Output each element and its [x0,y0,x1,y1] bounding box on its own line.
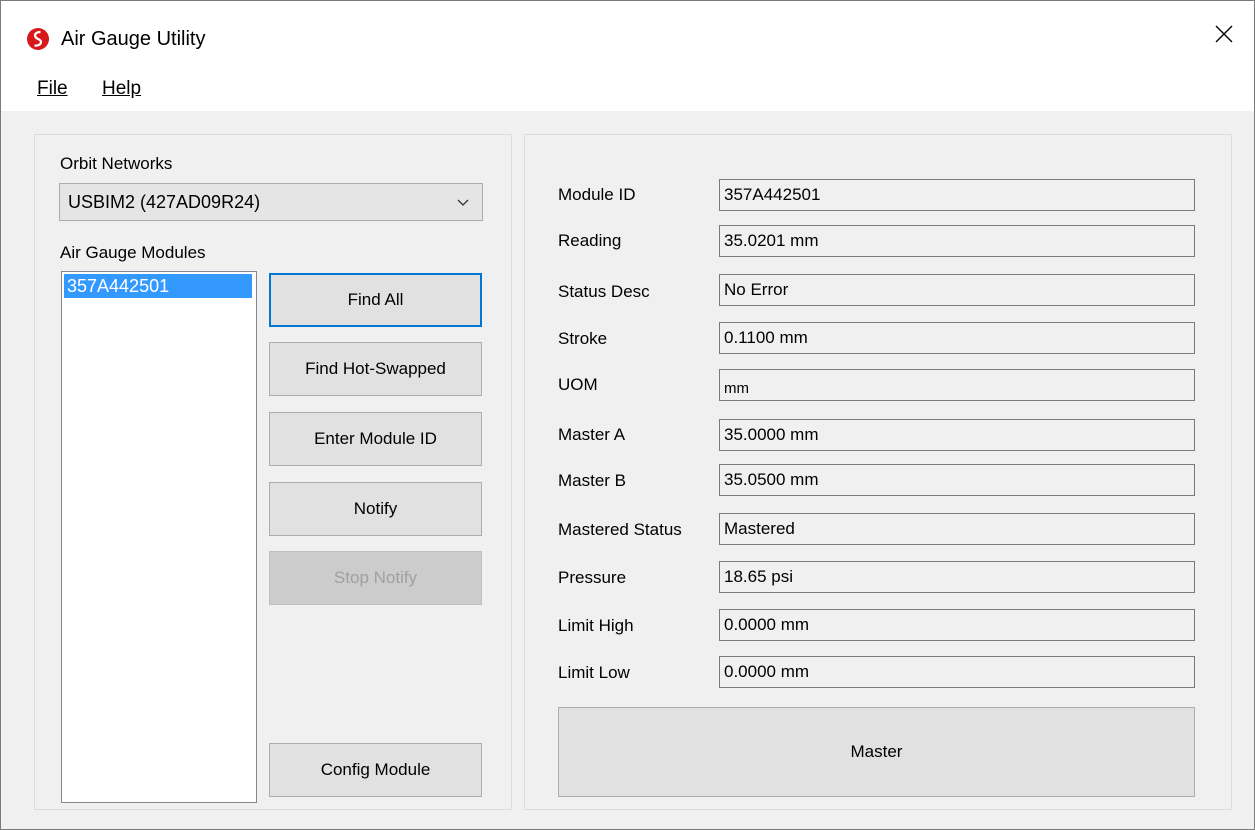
close-button[interactable] [1194,1,1254,67]
master-b-field: 35.0500 mm [719,464,1195,496]
limit-high-field: 0.0000 mm [719,609,1195,641]
module-id-label: Module ID [558,185,636,204]
module-id-field: 357A442501 [719,179,1195,211]
pressure-label: Pressure [558,568,627,587]
orbit-networks-selected: USBIM2 (427AD09R24) [68,192,261,212]
notify-button[interactable]: Notify [269,482,482,536]
mastered-status-label: Mastered Status [558,520,682,539]
air-gauge-modules-label: Air Gauge Modules [60,243,206,262]
status-desc-field: No Error [719,274,1195,306]
app-logo-icon [27,28,49,50]
menu-bar: File Help [1,67,1254,111]
uom-label: UOM [558,375,598,394]
menu-file[interactable]: File [37,77,68,101]
enter-module-id-button[interactable]: Enter Module ID [269,412,482,466]
pressure-field: 18.65 psi [719,561,1195,593]
menu-file-label: File [37,78,68,99]
master-a-label: Master A [558,425,626,444]
limit-low-label: Limit Low [558,663,630,682]
find-all-button[interactable]: Find All [269,273,482,327]
chevron-down-icon [457,199,469,206]
master-a-field: 35.0000 mm [719,419,1195,451]
app-window: Air Gauge Utility File Help Orbit Networ… [0,0,1255,830]
master-button[interactable]: Master [558,707,1195,797]
menu-help[interactable]: Help [102,77,141,101]
limit-high-label: Limit High [558,616,634,635]
limit-low-field: 0.0000 mm [719,656,1195,688]
uom-field: mm [719,369,1195,401]
orbit-networks-label: Orbit Networks [60,154,173,173]
close-icon [1215,25,1233,43]
menu-help-label: Help [102,78,142,99]
stop-notify-button: Stop Notify [269,551,482,605]
stroke-label: Stroke [558,329,608,348]
mastered-status-field: Mastered [719,513,1195,545]
modules-listbox[interactable]: 357A442501 [61,271,257,803]
window-title: Air Gauge Utility [61,28,206,50]
status-desc-label: Status Desc [558,282,650,301]
orbit-networks-dropdown[interactable]: USBIM2 (427AD09R24) [59,183,483,221]
config-module-button[interactable]: Config Module [269,743,482,797]
master-b-label: Master B [558,471,627,490]
reading-field: 35.0201 mm [719,225,1195,257]
title-bar: Air Gauge Utility [1,1,1254,67]
list-item[interactable]: 357A442501 [64,274,252,298]
find-hot-swapped-button[interactable]: Find Hot-Swapped [269,342,482,396]
stroke-field: 0.1100 mm [719,322,1195,354]
reading-label: Reading [558,231,622,250]
